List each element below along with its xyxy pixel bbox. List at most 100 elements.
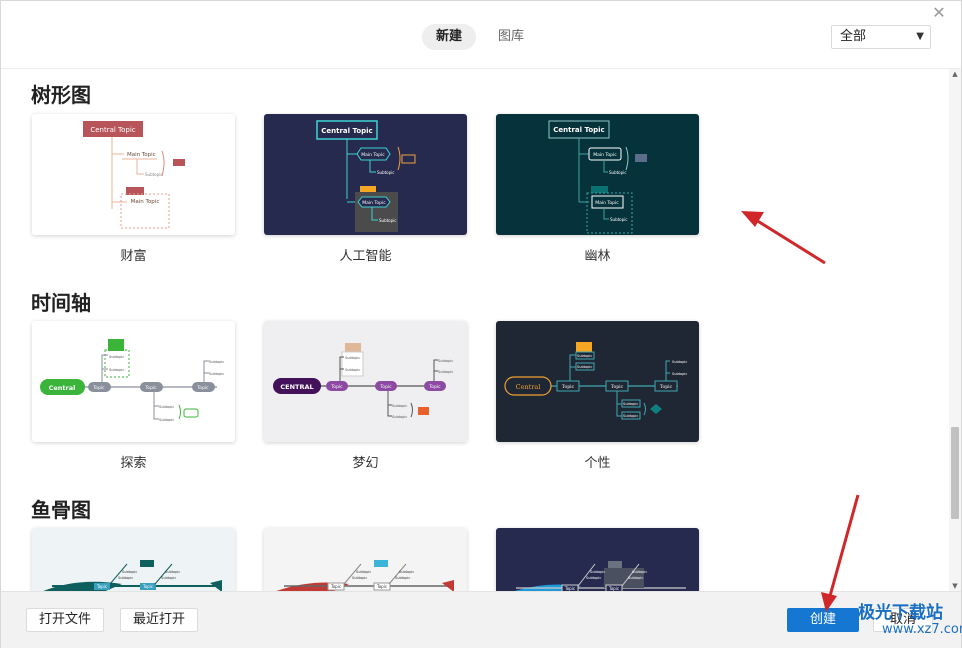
template-thumb-fish-dark: Topic Topic Subtopic Subtopic Subtopic S… [496,528,699,591]
template-label: 梦幻 [352,456,379,471]
thumb-text: Subtopic [165,570,180,574]
scrollbar-thumb[interactable] [951,427,959,519]
category-filter-select[interactable]: 全部 ▼ [831,25,931,49]
tab-new[interactable]: 新建 [422,24,477,50]
watermark-title: 极光下载站 [858,603,943,623]
watermark-url: www.xz7.com [882,622,962,637]
template-label: 个性 [584,456,611,471]
template-label: 幽林 [584,249,611,264]
thumb-text: Central Topic [553,126,604,134]
thumb-text: Central [516,383,541,391]
thumb-text: Topic [144,385,157,391]
thumb-text: Main Topic [127,152,156,158]
thumb-text: Subtopic [392,415,407,419]
template-label: 财富 [120,249,147,264]
thumb-text: Subtopic [392,404,407,408]
template-thumb-dream: CENTRAL Topic Topic Topic Subtopic Subto… [264,321,467,442]
template-dialog: 新建 图库 ✕ 全部 ▼ 树形图 Central Topic Main Topi… [0,0,962,648]
thumb-text: Topic [92,385,105,391]
thumb-text: Subtopic [122,570,137,574]
dialog-footer: 打开文件 最近打开 创建 取消 [1,591,961,648]
thumb-text: CENTRAL [280,383,313,391]
recent-open-button[interactable]: 最近打开 [120,608,199,632]
template-card-dream[interactable]: CENTRAL Topic Topic Topic Subtopic Subto… [264,321,467,442]
thumb-text: Subtopic [609,170,626,175]
scroll-down-icon[interactable]: ▼ [949,581,961,591]
thumb-text: Topic [660,384,673,390]
thumb-text: Topic [330,384,343,390]
thumb-text: Subtopic [352,576,367,580]
template-thumb-fish-red: Topic Topic Subtopic Subtopic Subtopic S… [264,528,467,591]
thumb-text: Subtopic [438,359,453,363]
thumb-text: Subtopic [577,365,592,369]
section-title-tree: 树形图 [31,83,91,107]
chevron-down-icon: ▼ [916,31,924,42]
thumb-text: Topic [562,384,575,390]
section-title-timeline: 时间轴 [31,291,91,315]
watermark-logo: 极光下载站 www.xz7.com [842,598,962,644]
thumb-text: Topic [611,384,624,390]
thumb-text: Subtopic [109,355,124,359]
thumb-text: Subtopic [672,360,687,364]
thumb-text: Subtopic [145,172,162,177]
template-card-fish-red[interactable]: Topic Topic Subtopic Subtopic Subtopic S… [264,528,467,591]
thumb-text: Topic [142,584,153,589]
close-icon[interactable]: ✕ [931,5,947,21]
thumb-text: Subtopic [586,576,601,580]
thumb-text: Central [49,384,76,392]
thumb-text: Subtopic [399,570,414,574]
template-card-forest[interactable]: Central Topic Main Topic Subtopic Main T… [496,114,699,235]
template-card-personal[interactable]: Central Topic Topic Topic Subtopic Subto… [496,321,699,442]
thumb-text: Main Topic [361,152,385,158]
thumb-text: Subtopic [438,370,453,374]
open-file-button[interactable]: 打开文件 [26,608,105,632]
template-thumb-explore: Central Topic Topic Topic Subtopic Subto… [32,321,235,442]
template-thumb-personal: Central Topic Topic Topic Subtopic Subto… [496,321,699,442]
template-card-wealth[interactable]: Central Topic Main Topic Subtopic Main T… [32,114,235,235]
template-card-fish-dark[interactable]: Topic Topic Subtopic Subtopic Subtopic S… [496,528,699,591]
thumb-text: Subtopic [632,570,647,574]
thumb-text: Main Topic [595,200,619,206]
thumb-text: Subtopic [395,576,410,580]
vertical-scrollbar[interactable]: ▲ ▼ [949,69,961,591]
thumb-text: Central Topic [90,126,135,134]
thumb-text: Topic [428,384,441,390]
scroll-up-icon[interactable]: ▲ [949,69,961,79]
template-thumb-forest: Central Topic Main Topic Subtopic Main T… [496,114,699,235]
template-thumb-fish-teal: Topic Topic Subtopic Subtopic Subtopic S… [32,528,235,591]
thumb-text: Subtopic [209,360,224,364]
thumb-text: Main Topic [593,152,617,158]
thumb-text: Subtopic [109,368,124,372]
thumb-text: Subtopic [623,414,638,418]
tab-gallery[interactable]: 图库 [484,24,538,50]
dialog-header: 新建 图库 ✕ 全部 ▼ [1,1,961,69]
thumb-text: Subtopic [118,576,133,580]
thumb-text: Topic [379,384,392,390]
thumb-text: Subtopic [345,356,360,360]
thumb-text: Subtopic [356,570,371,574]
thumb-text: Topic [376,584,387,589]
template-thumb-ai: Central Topic Main Topic Subtopic Main T… [264,114,467,235]
thumb-text: Subtopic [159,418,174,422]
section-title-fishbone: 鱼骨图 [31,498,91,522]
category-filter-value: 全部 [840,29,867,44]
tab-bar: 新建 图库 [422,24,538,50]
template-list: 树形图 Central Topic Main Topic Subtopic Ma… [1,69,949,591]
thumb-text: Subtopic [345,368,360,372]
thumb-text: Topic [330,584,341,589]
template-card-fish-teal[interactable]: Topic Topic Subtopic Subtopic Subtopic S… [32,528,235,591]
thumb-text: Subtopic [377,170,394,175]
template-label: 探索 [120,456,147,471]
thumb-text: Subtopic [590,570,605,574]
thumb-text: Subtopic [209,372,224,376]
thumb-text: Topic [196,385,209,391]
template-card-explore[interactable]: Central Topic Topic Topic Subtopic Subto… [32,321,235,442]
thumb-text: Subtopic [159,405,174,409]
template-card-ai[interactable]: Central Topic Main Topic Subtopic Main T… [264,114,467,235]
thumb-text: Subtopic [610,217,627,222]
thumb-text: Subtopic [672,372,687,376]
thumb-text: Topic [96,584,107,589]
thumb-text: Subtopic [623,402,638,406]
thumb-text: Central Topic [321,127,372,135]
thumb-text: Subtopic [379,218,396,223]
